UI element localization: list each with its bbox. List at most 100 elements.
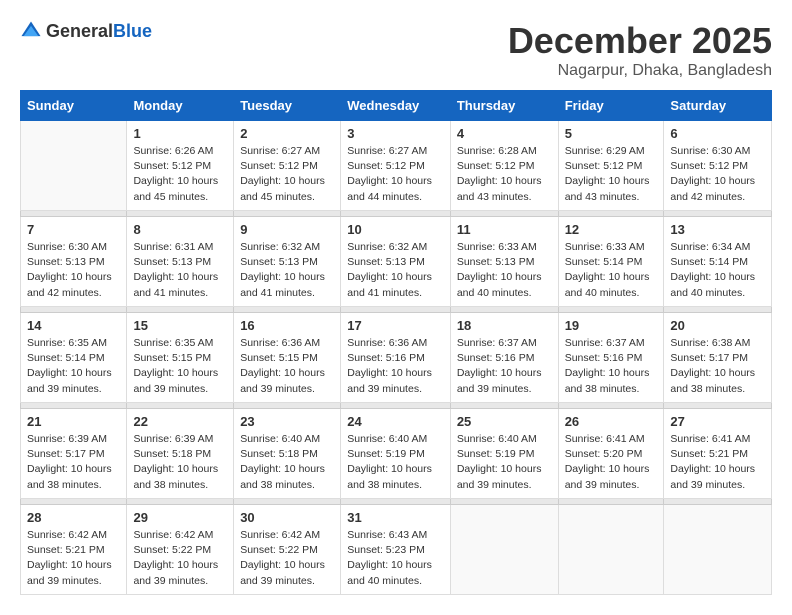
day-info: Sunrise: 6:42 AM Sunset: 5:22 PM Dayligh…: [240, 528, 334, 589]
calendar-cell: 11 Sunrise: 6:33 AM Sunset: 5:13 PM Dayli…: [450, 217, 558, 307]
day-info: Sunrise: 6:40 AM Sunset: 5:18 PM Dayligh…: [240, 432, 334, 493]
calendar-cell: 15Sunrise: 6:35 AM Sunset: 5:15 PM Dayli…: [127, 313, 234, 403]
table-row: 1Sunrise: 6:26 AM Sunset: 5:12 PM Daylig…: [21, 121, 772, 211]
day-number: 17: [347, 318, 444, 333]
table-row: 7Sunrise: 6:30 AM Sunset: 5:13 PM Daylig…: [21, 217, 772, 307]
calendar-cell: 29Sunrise: 6:42 AM Sunset: 5:22 PM Dayli…: [127, 505, 234, 595]
day-number: 19: [565, 318, 658, 333]
day-info: Sunrise: 6:41 AM Sunset: 5:20 PM Dayligh…: [565, 432, 658, 493]
day-info: Sunrise: 6:40 AM Sunset: 5:19 PM Dayligh…: [347, 432, 444, 493]
day-number: 23: [240, 414, 334, 429]
day-info: Sunrise: 6:36 AM Sunset: 5:16 PM Dayligh…: [347, 336, 444, 397]
day-number: 26: [565, 414, 658, 429]
day-number: 8: [133, 222, 227, 237]
calendar-cell: 13Sunrise: 6:34 AM Sunset: 5:14 PM Dayli…: [664, 217, 772, 307]
day-info: Sunrise: 6:41 AM Sunset: 5:21 PM Dayligh…: [670, 432, 765, 493]
calendar-cell: 12 Sunrise: 6:33 AM Sunset: 5:14 PM Dayli…: [558, 217, 664, 307]
calendar-cell: [664, 505, 772, 595]
calendar-cell: 7Sunrise: 6:30 AM Sunset: 5:13 PM Daylig…: [21, 217, 127, 307]
calendar-cell: [450, 505, 558, 595]
calendar-cell: 30Sunrise: 6:42 AM Sunset: 5:22 PM Dayli…: [234, 505, 341, 595]
day-number: 3: [347, 126, 444, 141]
day-info: Sunrise: 6:27 AM Sunset: 5:12 PM Dayligh…: [347, 144, 444, 205]
calendar-cell: 21 Sunrise: 6:39 AM Sunset: 5:17 PM Dayli…: [21, 409, 127, 499]
day-number: 25: [457, 414, 552, 429]
col-thursday: Thursday: [450, 91, 558, 121]
day-number: 27: [670, 414, 765, 429]
header-row: Sunday Monday Tuesday Wednesday Thursday…: [21, 91, 772, 121]
day-info: Sunrise: 6:30 AM Sunset: 5:12 PM Dayligh…: [670, 144, 765, 205]
day-number: 21: [27, 414, 120, 429]
calendar-cell: 25 Sunrise: 6:40 AM Sunset: 5:19 PM Dayli…: [450, 409, 558, 499]
day-number: 10: [347, 222, 444, 237]
calendar-cell: 2 Sunrise: 6:27 AM Sunset: 5:12 PM Daylig…: [234, 121, 341, 211]
calendar-cell: 8 Sunrise: 6:31 AM Sunset: 5:13 PM Daylig…: [127, 217, 234, 307]
calendar-cell: 14Sunrise: 6:35 AM Sunset: 5:14 PM Dayli…: [21, 313, 127, 403]
day-info: Sunrise: 6:28 AM Sunset: 5:12 PM Dayligh…: [457, 144, 552, 205]
calendar-cell: 20Sunrise: 6:38 AM Sunset: 5:17 PM Dayli…: [664, 313, 772, 403]
day-info: Sunrise: 6:32 AM Sunset: 5:13 PM Dayligh…: [347, 240, 444, 301]
day-number: 29: [133, 510, 227, 525]
day-info: Sunrise: 6:26 AM Sunset: 5:12 PM Dayligh…: [133, 144, 227, 205]
calendar-cell: 10 Sunrise: 6:32 AM Sunset: 5:13 PM Dayli…: [341, 217, 451, 307]
day-number: 12: [565, 222, 658, 237]
day-number: 22: [133, 414, 227, 429]
calendar-cell: 1Sunrise: 6:26 AM Sunset: 5:12 PM Daylig…: [127, 121, 234, 211]
day-info: Sunrise: 6:39 AM Sunset: 5:17 PM Dayligh…: [27, 432, 120, 493]
day-number: 2: [240, 126, 334, 141]
calendar-cell: 31 Sunrise: 6:43 AM Sunset: 5:23 PM Dayli…: [341, 505, 451, 595]
logo: GeneralBlue: [20, 20, 152, 42]
day-info: Sunrise: 6:36 AM Sunset: 5:15 PM Dayligh…: [240, 336, 334, 397]
day-number: 13: [670, 222, 765, 237]
day-info: Sunrise: 6:35 AM Sunset: 5:15 PM Dayligh…: [133, 336, 227, 397]
title-section: December 2025 Nagarpur, Dhaka, Banglades…: [508, 20, 772, 80]
calendar-cell: 9 Sunrise: 6:32 AM Sunset: 5:13 PM Daylig…: [234, 217, 341, 307]
col-tuesday: Tuesday: [234, 91, 341, 121]
calendar-cell: 18Sunrise: 6:37 AM Sunset: 5:16 PM Dayli…: [450, 313, 558, 403]
col-monday: Monday: [127, 91, 234, 121]
col-sunday: Sunday: [21, 91, 127, 121]
calendar-cell: 6Sunrise: 6:30 AM Sunset: 5:12 PM Daylig…: [664, 121, 772, 211]
calendar-cell: [558, 505, 664, 595]
day-number: 11: [457, 222, 552, 237]
calendar-cell: 19 Sunrise: 6:37 AM Sunset: 5:16 PM Dayli…: [558, 313, 664, 403]
table-row: 28 Sunrise: 6:42 AM Sunset: 5:21 PM Dayli…: [21, 505, 772, 595]
calendar-table: Sunday Monday Tuesday Wednesday Thursday…: [20, 90, 772, 595]
logo-general: General: [46, 21, 113, 41]
calendar-cell: 4Sunrise: 6:28 AM Sunset: 5:12 PM Daylig…: [450, 121, 558, 211]
day-info: Sunrise: 6:35 AM Sunset: 5:14 PM Dayligh…: [27, 336, 120, 397]
day-info: Sunrise: 6:32 AM Sunset: 5:13 PM Dayligh…: [240, 240, 334, 301]
calendar-cell: 16 Sunrise: 6:36 AM Sunset: 5:15 PM Dayli…: [234, 313, 341, 403]
day-info: Sunrise: 6:27 AM Sunset: 5:12 PM Dayligh…: [240, 144, 334, 205]
day-info: Sunrise: 6:33 AM Sunset: 5:14 PM Dayligh…: [565, 240, 658, 301]
day-info: Sunrise: 6:40 AM Sunset: 5:19 PM Dayligh…: [457, 432, 552, 493]
day-info: Sunrise: 6:38 AM Sunset: 5:17 PM Dayligh…: [670, 336, 765, 397]
calendar-cell: [21, 121, 127, 211]
day-number: 5: [565, 126, 658, 141]
day-number: 28: [27, 510, 120, 525]
calendar-cell: 5Sunrise: 6:29 AM Sunset: 5:12 PM Daylig…: [558, 121, 664, 211]
day-number: 9: [240, 222, 334, 237]
day-info: Sunrise: 6:43 AM Sunset: 5:23 PM Dayligh…: [347, 528, 444, 589]
calendar-cell: 3 Sunrise: 6:27 AM Sunset: 5:12 PM Daylig…: [341, 121, 451, 211]
day-info: Sunrise: 6:37 AM Sunset: 5:16 PM Dayligh…: [565, 336, 658, 397]
day-info: Sunrise: 6:37 AM Sunset: 5:16 PM Dayligh…: [457, 336, 552, 397]
day-info: Sunrise: 6:33 AM Sunset: 5:13 PM Dayligh…: [457, 240, 552, 301]
day-number: 24: [347, 414, 444, 429]
col-saturday: Saturday: [664, 91, 772, 121]
calendar-cell: 17 Sunrise: 6:36 AM Sunset: 5:16 PM Dayli…: [341, 313, 451, 403]
col-wednesday: Wednesday: [341, 91, 451, 121]
location-title: Nagarpur, Dhaka, Bangladesh: [508, 62, 772, 80]
table-row: 14Sunrise: 6:35 AM Sunset: 5:14 PM Dayli…: [21, 313, 772, 403]
day-info: Sunrise: 6:31 AM Sunset: 5:13 PM Dayligh…: [133, 240, 227, 301]
logo-icon: [20, 20, 42, 42]
day-number: 7: [27, 222, 120, 237]
col-friday: Friday: [558, 91, 664, 121]
day-number: 31: [347, 510, 444, 525]
calendar-cell: 28 Sunrise: 6:42 AM Sunset: 5:21 PM Dayli…: [21, 505, 127, 595]
day-info: Sunrise: 6:39 AM Sunset: 5:18 PM Dayligh…: [133, 432, 227, 493]
calendar-cell: 26 Sunrise: 6:41 AM Sunset: 5:20 PM Dayli…: [558, 409, 664, 499]
day-info: Sunrise: 6:42 AM Sunset: 5:21 PM Dayligh…: [27, 528, 120, 589]
calendar-cell: 24 Sunrise: 6:40 AM Sunset: 5:19 PM Dayli…: [341, 409, 451, 499]
day-number: 16: [240, 318, 334, 333]
